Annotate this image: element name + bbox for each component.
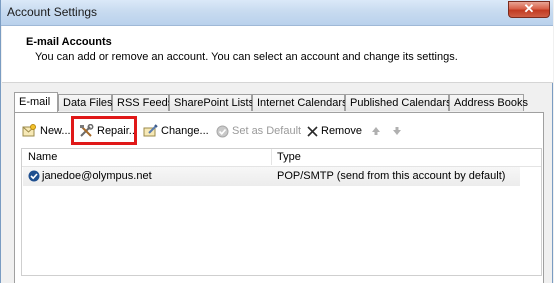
repair-highlight-box bbox=[71, 116, 137, 145]
account-type: POP/SMTP (send from this account by defa… bbox=[277, 170, 506, 182]
new-label: New... bbox=[40, 125, 71, 137]
set-as-default-button[interactable]: Set as Default bbox=[216, 123, 301, 139]
set-as-default-label: Set as Default bbox=[232, 125, 302, 137]
column-header-type[interactable]: Type bbox=[277, 151, 301, 163]
new-button[interactable]: New... bbox=[22, 123, 71, 139]
move-down-button[interactable] bbox=[392, 123, 402, 139]
arrow-up-icon bbox=[372, 127, 380, 136]
header-panel: E-mail Accounts You can add or remove an… bbox=[2, 26, 553, 83]
accounts-list: Name Type janedoe@olympus.net POP/SMTP (… bbox=[21, 148, 542, 276]
tab-address-books[interactable]: Address Books bbox=[449, 94, 528, 111]
column-divider[interactable] bbox=[271, 149, 272, 165]
close-button[interactable]: ✕ bbox=[508, 1, 550, 18]
close-icon: ✕ bbox=[523, 1, 535, 16]
account-name: janedoe@olympus.net bbox=[42, 170, 152, 182]
tab-email[interactable]: E-mail bbox=[14, 92, 58, 112]
tab-rss-feeds[interactable]: RSS Feeds bbox=[112, 94, 173, 111]
default-account-check-icon bbox=[28, 170, 40, 182]
remove-label: Remove bbox=[321, 125, 362, 137]
change-label: Change... bbox=[161, 125, 209, 137]
tab-sharepoint-lists[interactable]: SharePoint Lists bbox=[169, 94, 254, 111]
check-circle-icon bbox=[216, 125, 229, 138]
change-button[interactable]: Change... bbox=[143, 123, 209, 139]
remove-x-icon bbox=[307, 126, 318, 137]
arrow-down-icon bbox=[393, 127, 401, 136]
tab-published-calendars[interactable]: Published Calendars bbox=[345, 94, 452, 111]
window-title: Account Settings bbox=[7, 5, 98, 19]
change-account-icon bbox=[143, 124, 158, 137]
new-account-icon bbox=[22, 124, 36, 137]
tab-data-files[interactable]: Data Files bbox=[58, 94, 113, 111]
tab-internet-calendars[interactable]: Internet Calendars bbox=[252, 94, 348, 111]
account-settings-window: Account Settings ✕ E-mail Accounts You c… bbox=[0, 0, 553, 283]
title-bar[interactable]: Account Settings ✕ bbox=[1, 0, 553, 26]
remove-button[interactable]: Remove bbox=[307, 123, 362, 139]
section-title: E-mail Accounts bbox=[26, 36, 112, 48]
accounts-list-header: Name Type bbox=[22, 149, 541, 167]
move-up-button[interactable] bbox=[371, 123, 381, 139]
account-row[interactable]: janedoe@olympus.net POP/SMTP (send from … bbox=[23, 167, 520, 186]
column-header-name[interactable]: Name bbox=[28, 151, 57, 163]
section-description: You can add or remove an account. You ca… bbox=[35, 51, 458, 63]
